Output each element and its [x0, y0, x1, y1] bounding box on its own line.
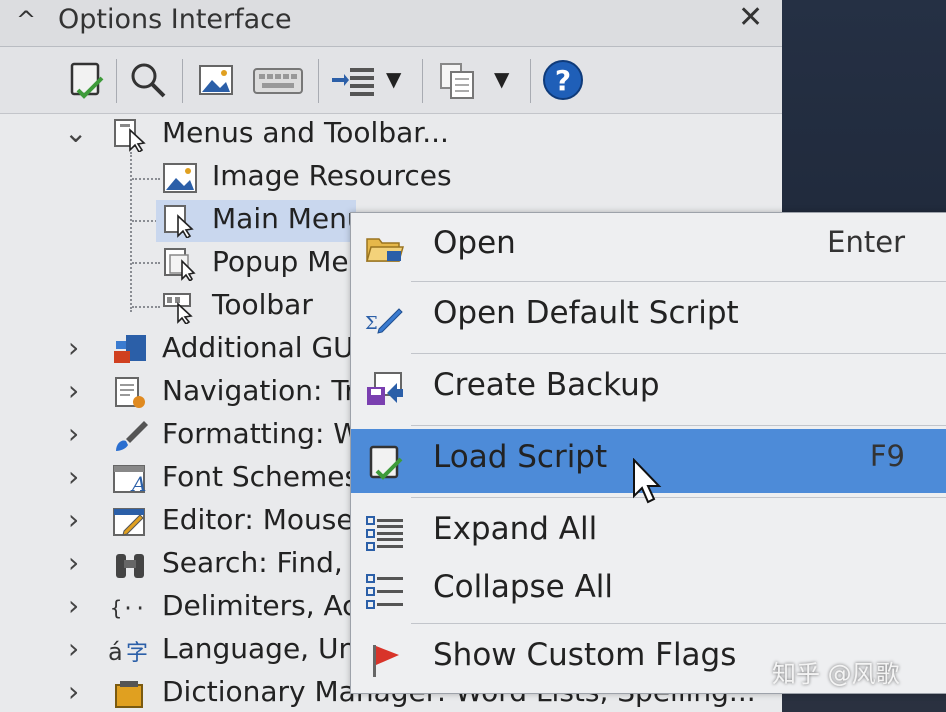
collapse-chevron-icon[interactable]: ⌄ [64, 116, 87, 149]
load-script-icon [365, 443, 405, 481]
menu-item-label: Create Backup [433, 367, 660, 403]
copy-icon[interactable] [432, 59, 482, 101]
tree-item-label: Editor: Mouse, [162, 503, 363, 536]
help-icon[interactable]: ? [540, 59, 586, 101]
tree-item-label: Menus and Toolbar... [162, 116, 449, 149]
menu-item-expand-all[interactable]: Expand All [351, 501, 946, 565]
menu-item-collapse-all[interactable]: Collapse All [351, 559, 946, 623]
expand-chevron-icon[interactable]: › [68, 546, 79, 579]
menu-item-label: Expand All [433, 511, 598, 547]
collapse-panel-icon[interactable]: ^ [16, 6, 36, 34]
expand-chevron-icon[interactable]: › [68, 503, 79, 536]
brush-icon [112, 419, 148, 453]
expand-chevron-icon[interactable]: › [68, 675, 79, 708]
menu-item-shortcut: Enter [827, 225, 905, 259]
menu-toolbar-icon [112, 118, 148, 154]
close-icon[interactable]: ✕ [738, 0, 763, 35]
braces-icon: {···} [110, 591, 170, 625]
script-icon: Σ [365, 299, 405, 337]
tree-item-label: Toolbar [212, 288, 313, 321]
main-menu-icon [162, 204, 198, 240]
tree-item-label: Navigation: Tr [162, 374, 356, 407]
keyboard-icon[interactable] [250, 59, 306, 101]
dictionary-icon [112, 677, 148, 711]
copy-dropdown-icon[interactable]: ▼ [494, 67, 509, 91]
language-icon: á字 [108, 634, 148, 668]
backup-icon [365, 371, 405, 409]
menu-item-label: Open [433, 225, 516, 261]
toolbar-item-icon [162, 290, 198, 326]
svg-text:A: A [130, 472, 146, 496]
svg-text:{···}: {···} [110, 596, 148, 620]
mouse-cursor-icon [633, 458, 662, 504]
tree-item-label: Formatting: W [162, 417, 361, 450]
indent-icon[interactable] [328, 59, 378, 101]
title-bar: ^ Options Interface ✕ [0, 0, 782, 47]
collapse-all-icon [365, 573, 405, 611]
menu-item-label: Open Default Script [433, 295, 739, 331]
editor-icon [112, 505, 148, 539]
flag-icon [365, 641, 405, 679]
menu-item-open[interactable]: Open Enter [351, 215, 946, 279]
gui-icon [112, 333, 148, 367]
menu-item-label: Load Script [433, 439, 608, 475]
svg-text:Σ: Σ [365, 313, 378, 334]
tree-item-menus-and-toolbar[interactable]: ⌄ Menus and Toolbar... [0, 114, 782, 156]
tree-item-label: Language, Uni [162, 632, 365, 665]
tree-item-label: Popup Men [212, 245, 367, 278]
expand-chevron-icon[interactable]: › [68, 460, 79, 493]
navigation-icon [112, 376, 148, 410]
folder-open-icon [365, 229, 405, 267]
tree-item-label: Image Resources [212, 159, 452, 192]
popup-menu-icon [162, 247, 198, 283]
tree-item-label: Additional GUI [162, 331, 362, 364]
tree-item-label: Delimiters, Acti [162, 589, 377, 622]
tree-item-label: Search: Find, I [162, 546, 360, 579]
window-title: Options Interface [58, 4, 292, 35]
svg-text:字: 字 [126, 641, 148, 666]
tree-item-image-resources[interactable]: Image Resources [0, 157, 782, 199]
font-icon: A [112, 462, 148, 496]
svg-text:?: ? [555, 64, 571, 97]
expand-chevron-icon[interactable]: › [68, 374, 79, 407]
menu-item-label: Show Custom Flags [433, 637, 737, 673]
expand-all-icon [365, 515, 405, 553]
load-script-icon[interactable] [64, 59, 108, 101]
expand-chevron-icon[interactable]: › [68, 589, 79, 622]
expand-chevron-icon[interactable]: › [68, 417, 79, 450]
search-icon[interactable] [126, 59, 170, 101]
menu-item-shortcut: F9 [869, 439, 905, 473]
binoculars-icon [112, 548, 148, 582]
menu-item-open-default-script[interactable]: Σ Open Default Script [351, 285, 946, 349]
watermark: 知乎 @风歌 [772, 660, 900, 688]
svg-text:á: á [108, 638, 123, 666]
context-menu: Open Enter Σ Open Default Script Create … [350, 212, 946, 694]
tree-item-label: Main Menu [212, 202, 365, 235]
expand-chevron-icon[interactable]: › [68, 331, 79, 364]
toolbar: ▼ ▼ ? [0, 47, 782, 114]
image-resources-icon [162, 161, 198, 195]
image-icon[interactable] [194, 59, 238, 101]
indent-dropdown-icon[interactable]: ▼ [386, 67, 401, 91]
expand-chevron-icon[interactable]: › [68, 632, 79, 665]
menu-item-create-backup[interactable]: Create Backup [351, 357, 946, 421]
tree-item-label: Font Schemes [162, 460, 360, 493]
menu-item-label: Collapse All [433, 569, 614, 605]
